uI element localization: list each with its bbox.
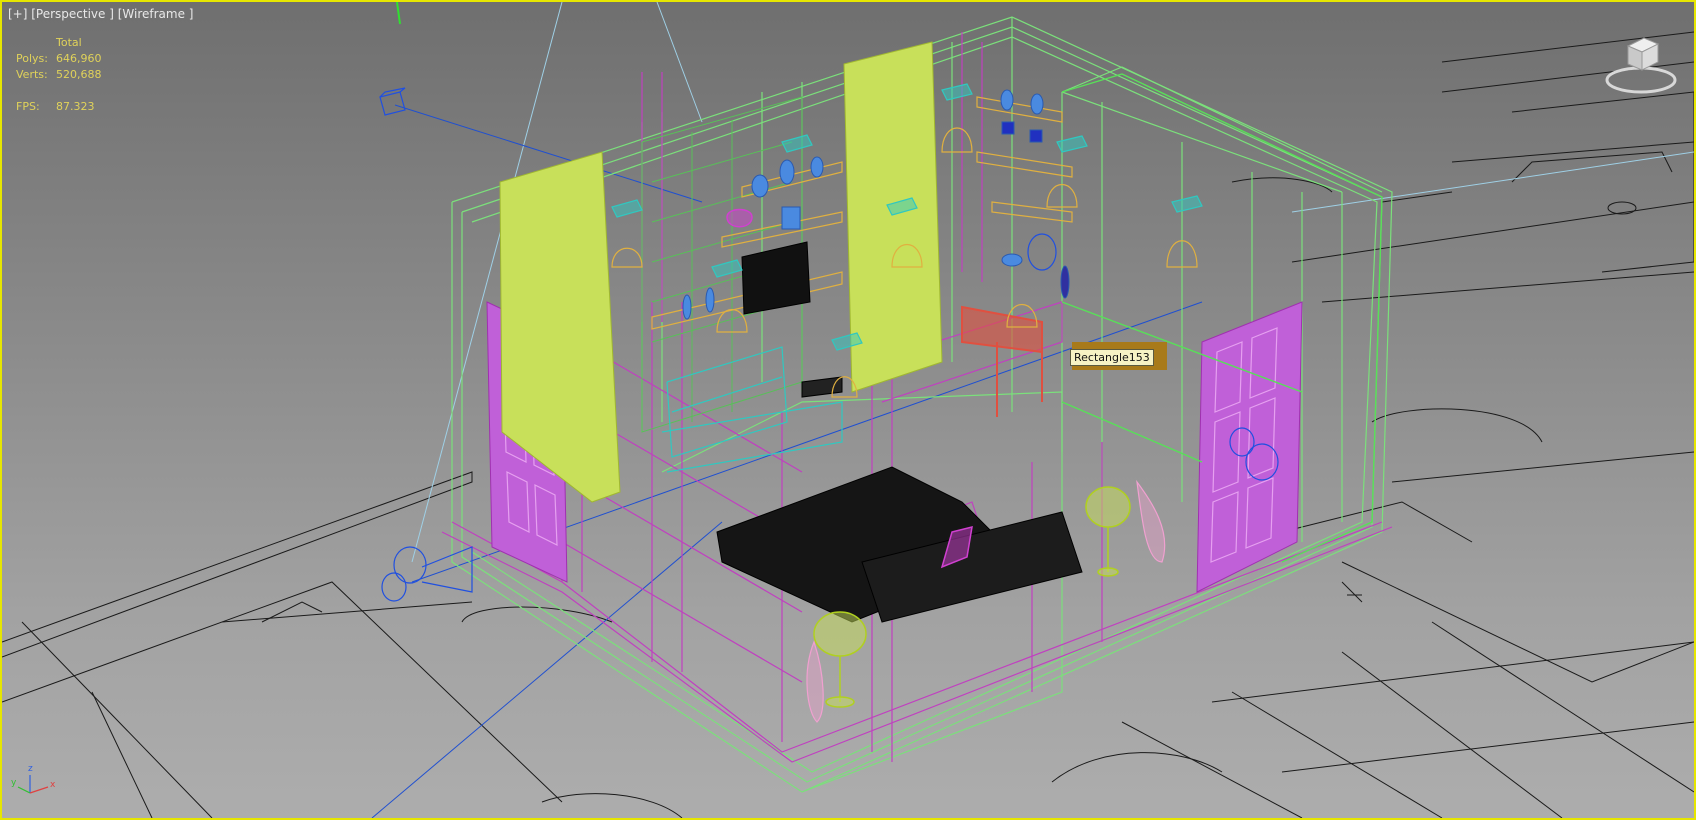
polys-label: Polys: bbox=[16, 52, 48, 65]
verts-label: Verts: bbox=[16, 68, 48, 81]
z-axis-label: z bbox=[28, 764, 33, 774]
y-axis-label: y bbox=[11, 778, 17, 788]
verts-value: 520,688 bbox=[56, 68, 102, 81]
stats-header: Total bbox=[56, 36, 82, 49]
polys-value: 646,960 bbox=[56, 52, 102, 65]
wireframe-scene[interactable] bbox=[2, 2, 1694, 818]
fps-value: 87.323 bbox=[56, 100, 95, 113]
3d-viewport[interactable]: [+] [Perspective ] [Wireframe ] Total Po… bbox=[0, 0, 1696, 820]
x-axis-label: x bbox=[50, 780, 56, 790]
x-axis bbox=[29, 786, 49, 794]
green-guide bbox=[396, 2, 401, 25]
axis-tripod: z x y bbox=[11, 764, 56, 794]
fps-label: FPS: bbox=[16, 100, 40, 113]
object-tooltip: Rectangle153 bbox=[1070, 349, 1154, 366]
door-right bbox=[1196, 301, 1303, 593]
y-axis bbox=[17, 786, 31, 794]
viewcube-icon[interactable] bbox=[1600, 32, 1682, 98]
viewport-label-menu[interactable]: [+] [Perspective ] [Wireframe ] bbox=[8, 7, 193, 21]
